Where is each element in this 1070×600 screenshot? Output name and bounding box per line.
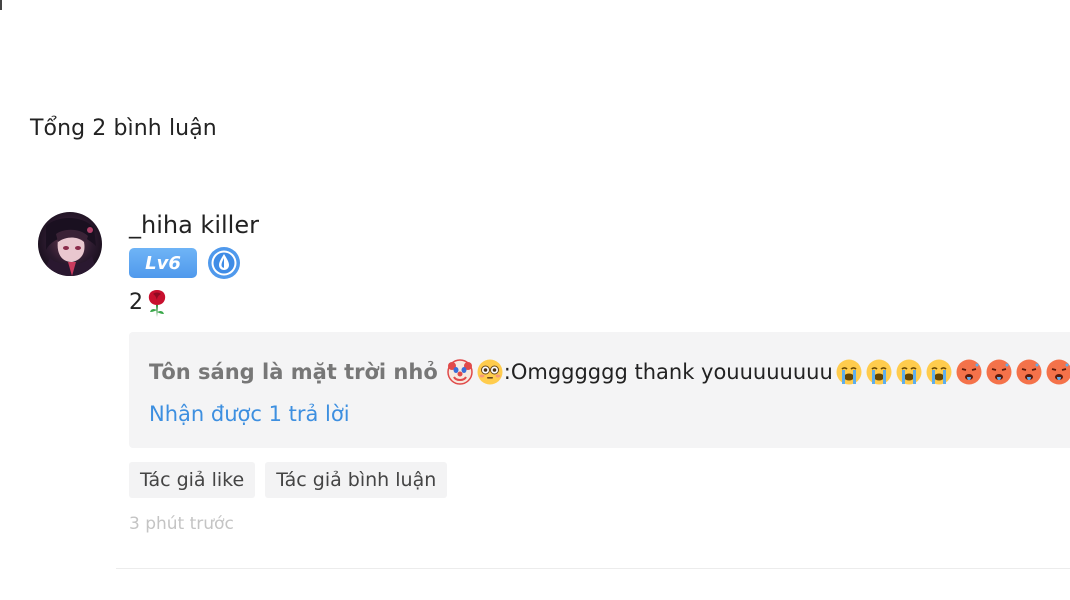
hot-face-icon bbox=[1016, 359, 1042, 385]
reply-preview-line: Tôn sáng là mặt trời nhỏ: Omgggggg than… bbox=[149, 354, 1070, 390]
avatar-image bbox=[38, 212, 102, 276]
comment-divider bbox=[116, 568, 1070, 569]
comment-total-title: Tổng 2 bình luận bbox=[30, 116, 217, 141]
hot-face-icon bbox=[956, 359, 982, 385]
loudly-crying-face-icon bbox=[926, 359, 952, 385]
reply-count-link[interactable]: Nhận được 1 trả lời bbox=[149, 402, 350, 426]
user-badges: Lv6 bbox=[129, 246, 1070, 280]
reply-preview-box[interactable]: Tôn sáng là mặt trời nhỏ: Omgggggg than… bbox=[129, 332, 1070, 448]
loudly-crying-face-icon bbox=[866, 359, 892, 385]
rose-icon bbox=[148, 290, 166, 317]
loudly-crying-face-icon bbox=[896, 359, 922, 385]
comment-text-value: 2 bbox=[129, 290, 143, 315]
comment-text: 2 bbox=[129, 286, 1070, 320]
tag-author-commented: Tác giả bình luận bbox=[265, 462, 448, 498]
avatar[interactable] bbox=[38, 212, 102, 276]
comment-item: _hiha killer Lv6 2 Tôn sáng là mặt trời … bbox=[129, 206, 1070, 534]
comment-username[interactable]: _hiha killer bbox=[129, 206, 1070, 244]
reply-separator: : bbox=[503, 360, 511, 384]
hot-face-icon bbox=[986, 359, 1012, 385]
reply-content-text: Omgggggg thank youuuuuuuu bbox=[510, 360, 833, 384]
water-drop-medal-icon bbox=[208, 247, 240, 279]
hot-face-icon bbox=[1046, 359, 1070, 385]
corner-edge-mark bbox=[0, 0, 2, 10]
reply-author-name[interactable]: Tôn sáng là mặt trời nhỏ bbox=[149, 360, 438, 384]
comment-timestamp: 3 phút trước bbox=[129, 514, 234, 534]
author-tags: Tác giả like Tác giả bình luận bbox=[129, 462, 1070, 498]
level-badge: Lv6 bbox=[129, 248, 197, 278]
comments-page: Tổng 2 bình luận _hiha killer Lv6 2 Tôn … bbox=[0, 0, 1070, 600]
flushed-face-icon bbox=[477, 359, 503, 385]
tag-author-liked: Tác giả like bbox=[129, 462, 256, 498]
loudly-crying-face-icon bbox=[836, 359, 862, 385]
clown-face-icon bbox=[447, 359, 473, 385]
